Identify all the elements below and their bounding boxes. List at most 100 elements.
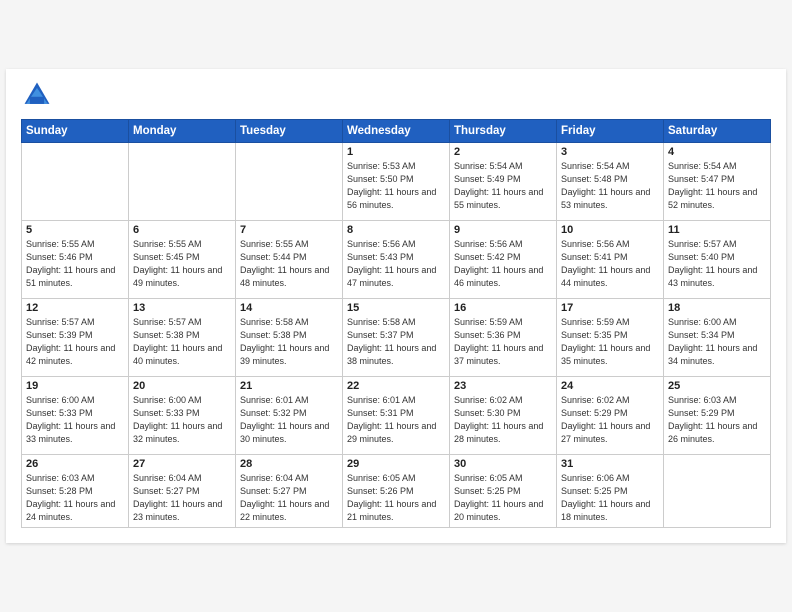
day-cell: 2Sunrise: 5:54 AMSunset: 5:49 PMDaylight… [450, 142, 557, 220]
day-cell: 17Sunrise: 5:59 AMSunset: 5:35 PMDayligh… [557, 298, 664, 376]
day-info: Sunrise: 5:54 AMSunset: 5:49 PMDaylight:… [454, 160, 552, 212]
day-info: Sunrise: 5:57 AMSunset: 5:39 PMDaylight:… [26, 316, 124, 368]
day-cell: 15 Sunrise: 5:58 AMSunset: 5:37 PMDayligh… [343, 298, 450, 376]
day-number: 13 [133, 302, 231, 314]
day-cell [129, 142, 236, 220]
day-number: 25 [668, 380, 766, 392]
header [21, 79, 771, 111]
day-number: 21 [240, 380, 338, 392]
day-info: Sunrise: 5:54 AMSunset: 5:47 PMDaylight:… [668, 160, 766, 212]
day-info: Sunrise: 6:03 AMSunset: 5:28 PMDaylight:… [26, 472, 124, 524]
day-cell: 6 Sunrise: 5:55 AMSunset: 5:45 PMDaylight… [129, 220, 236, 298]
day-info: Sunrise: 6:00 AMSunset: 5:34 PMDaylight:… [668, 316, 766, 368]
week-row-2: 5 Sunrise: 5:55 AMSunset: 5:46 PMDaylight… [22, 220, 771, 298]
day-number: 15 [347, 302, 445, 314]
day-cell: 7 Sunrise: 5:55 AMSunset: 5:44 PMDaylight… [236, 220, 343, 298]
day-info: Sunrise: 6:01 AMSunset: 5:31 PMDaylight:… [347, 394, 445, 446]
day-cell: 12 Sunrise: 5:57 AMSunset: 5:39 PMDayligh… [22, 298, 129, 376]
week-row-4: 19 Sunrise: 6:00 AMSunset: 5:33 PMDayligh… [22, 376, 771, 454]
day-number: 28 [240, 458, 338, 470]
day-cell: 19 Sunrise: 6:00 AMSunset: 5:33 PMDayligh… [22, 376, 129, 454]
weekday-header-row: SundayMondayTuesdayWednesdayThursdayFrid… [22, 119, 771, 142]
day-number: 4 [668, 146, 766, 158]
logo-icon [21, 79, 53, 111]
day-cell: 29 Sunrise: 6:05 AMSunset: 5:26 PMDayligh… [343, 454, 450, 527]
day-number: 20 [133, 380, 231, 392]
day-cell: 3Sunrise: 5:54 AMSunset: 5:48 PMDaylight… [557, 142, 664, 220]
day-number: 23 [454, 380, 552, 392]
day-cell: 4 Sunrise: 5:54 AMSunset: 5:47 PMDaylight… [664, 142, 771, 220]
weekday-header-tuesday: Tuesday [236, 119, 343, 142]
day-number: 18 [668, 302, 766, 314]
day-info: Sunrise: 6:03 AMSunset: 5:29 PMDaylight:… [668, 394, 766, 446]
day-info: Sunrise: 5:56 AMSunset: 5:41 PMDaylight:… [561, 238, 659, 290]
day-info: Sunrise: 5:55 AMSunset: 5:45 PMDaylight:… [133, 238, 231, 290]
day-number: 16 [454, 302, 552, 314]
day-number: 3 [561, 146, 659, 158]
day-number: 30 [454, 458, 552, 470]
day-info: Sunrise: 5:57 AMSunset: 5:38 PMDaylight:… [133, 316, 231, 368]
weekday-header-thursday: Thursday [450, 119, 557, 142]
day-number: 12 [26, 302, 124, 314]
weekday-header-monday: Monday [129, 119, 236, 142]
day-cell: 21 Sunrise: 6:01 AMSunset: 5:32 PMDayligh… [236, 376, 343, 454]
day-cell: 22 Sunrise: 6:01 AMSunset: 5:31 PMDayligh… [343, 376, 450, 454]
day-cell: 18 Sunrise: 6:00 AMSunset: 5:34 PMDayligh… [664, 298, 771, 376]
day-cell: 27Sunrise: 6:04 AMSunset: 5:27 PMDayligh… [129, 454, 236, 527]
week-row-1: 1Sunrise: 5:53 AMSunset: 5:50 PMDaylight… [22, 142, 771, 220]
day-cell: 1Sunrise: 5:53 AMSunset: 5:50 PMDaylight… [343, 142, 450, 220]
weekday-header-sunday: Sunday [22, 119, 129, 142]
day-info: Sunrise: 6:02 AMSunset: 5:30 PMDaylight:… [454, 394, 552, 446]
day-cell: 13 Sunrise: 5:57 AMSunset: 5:38 PMDayligh… [129, 298, 236, 376]
day-info: Sunrise: 6:00 AMSunset: 5:33 PMDaylight:… [26, 394, 124, 446]
day-info: Sunrise: 5:59 AMSunset: 5:35 PMDaylight:… [561, 316, 659, 368]
day-cell [22, 142, 129, 220]
day-number: 29 [347, 458, 445, 470]
day-cell: 9Sunrise: 5:56 AMSunset: 5:42 PMDaylight… [450, 220, 557, 298]
logo [21, 79, 57, 111]
day-number: 19 [26, 380, 124, 392]
week-row-3: 12 Sunrise: 5:57 AMSunset: 5:39 PMDayligh… [22, 298, 771, 376]
day-cell [664, 454, 771, 527]
day-cell: 30 Sunrise: 6:05 AMSunset: 5:25 PMDayligh… [450, 454, 557, 527]
day-info: Sunrise: 5:58 AMSunset: 5:37 PMDaylight:… [347, 316, 445, 368]
day-cell: 23 Sunrise: 6:02 AMSunset: 5:30 PMDayligh… [450, 376, 557, 454]
day-cell: 14 Sunrise: 5:58 AMSunset: 5:38 PMDayligh… [236, 298, 343, 376]
weekday-header-friday: Friday [557, 119, 664, 142]
day-number: 31 [561, 458, 659, 470]
day-cell: 28 Sunrise: 6:04 AMSunset: 5:27 PMDayligh… [236, 454, 343, 527]
day-info: Sunrise: 5:57 AMSunset: 5:40 PMDaylight:… [668, 238, 766, 290]
day-info: Sunrise: 6:06 AMSunset: 5:25 PMDaylight:… [561, 472, 659, 524]
day-info: Sunrise: 6:01 AMSunset: 5:32 PMDaylight:… [240, 394, 338, 446]
day-cell: 11 Sunrise: 5:57 AMSunset: 5:40 PMDayligh… [664, 220, 771, 298]
day-number: 8 [347, 224, 445, 236]
day-cell: 25 Sunrise: 6:03 AMSunset: 5:29 PMDayligh… [664, 376, 771, 454]
day-number: 7 [240, 224, 338, 236]
day-info: Sunrise: 5:55 AMSunset: 5:44 PMDaylight:… [240, 238, 338, 290]
day-info: Sunrise: 6:02 AMSunset: 5:29 PMDaylight:… [561, 394, 659, 446]
day-number: 1 [347, 146, 445, 158]
day-number: 6 [133, 224, 231, 236]
day-info: Sunrise: 5:56 AMSunset: 5:43 PMDaylight:… [347, 238, 445, 290]
day-number: 26 [26, 458, 124, 470]
day-info: Sunrise: 6:04 AMSunset: 5:27 PMDaylight:… [240, 472, 338, 524]
day-info: Sunrise: 5:58 AMSunset: 5:38 PMDaylight:… [240, 316, 338, 368]
day-cell: 26 Sunrise: 6:03 AMSunset: 5:28 PMDayligh… [22, 454, 129, 527]
day-info: Sunrise: 6:05 AMSunset: 5:25 PMDaylight:… [454, 472, 552, 524]
day-cell: 10Sunrise: 5:56 AMSunset: 5:41 PMDayligh… [557, 220, 664, 298]
day-number: 11 [668, 224, 766, 236]
calendar-container: SundayMondayTuesdayWednesdayThursdayFrid… [6, 69, 786, 543]
day-number: 5 [26, 224, 124, 236]
day-number: 14 [240, 302, 338, 314]
day-number: 22 [347, 380, 445, 392]
day-cell: 20Sunrise: 6:00 AMSunset: 5:33 PMDayligh… [129, 376, 236, 454]
calendar-grid: SundayMondayTuesdayWednesdayThursdayFrid… [21, 119, 771, 528]
weekday-header-wednesday: Wednesday [343, 119, 450, 142]
day-cell: 5 Sunrise: 5:55 AMSunset: 5:46 PMDaylight… [22, 220, 129, 298]
day-info: Sunrise: 6:05 AMSunset: 5:26 PMDaylight:… [347, 472, 445, 524]
weekday-header-saturday: Saturday [664, 119, 771, 142]
day-number: 24 [561, 380, 659, 392]
day-info: Sunrise: 5:55 AMSunset: 5:46 PMDaylight:… [26, 238, 124, 290]
day-info: Sunrise: 5:56 AMSunset: 5:42 PMDaylight:… [454, 238, 552, 290]
day-info: Sunrise: 5:59 AMSunset: 5:36 PMDaylight:… [454, 316, 552, 368]
